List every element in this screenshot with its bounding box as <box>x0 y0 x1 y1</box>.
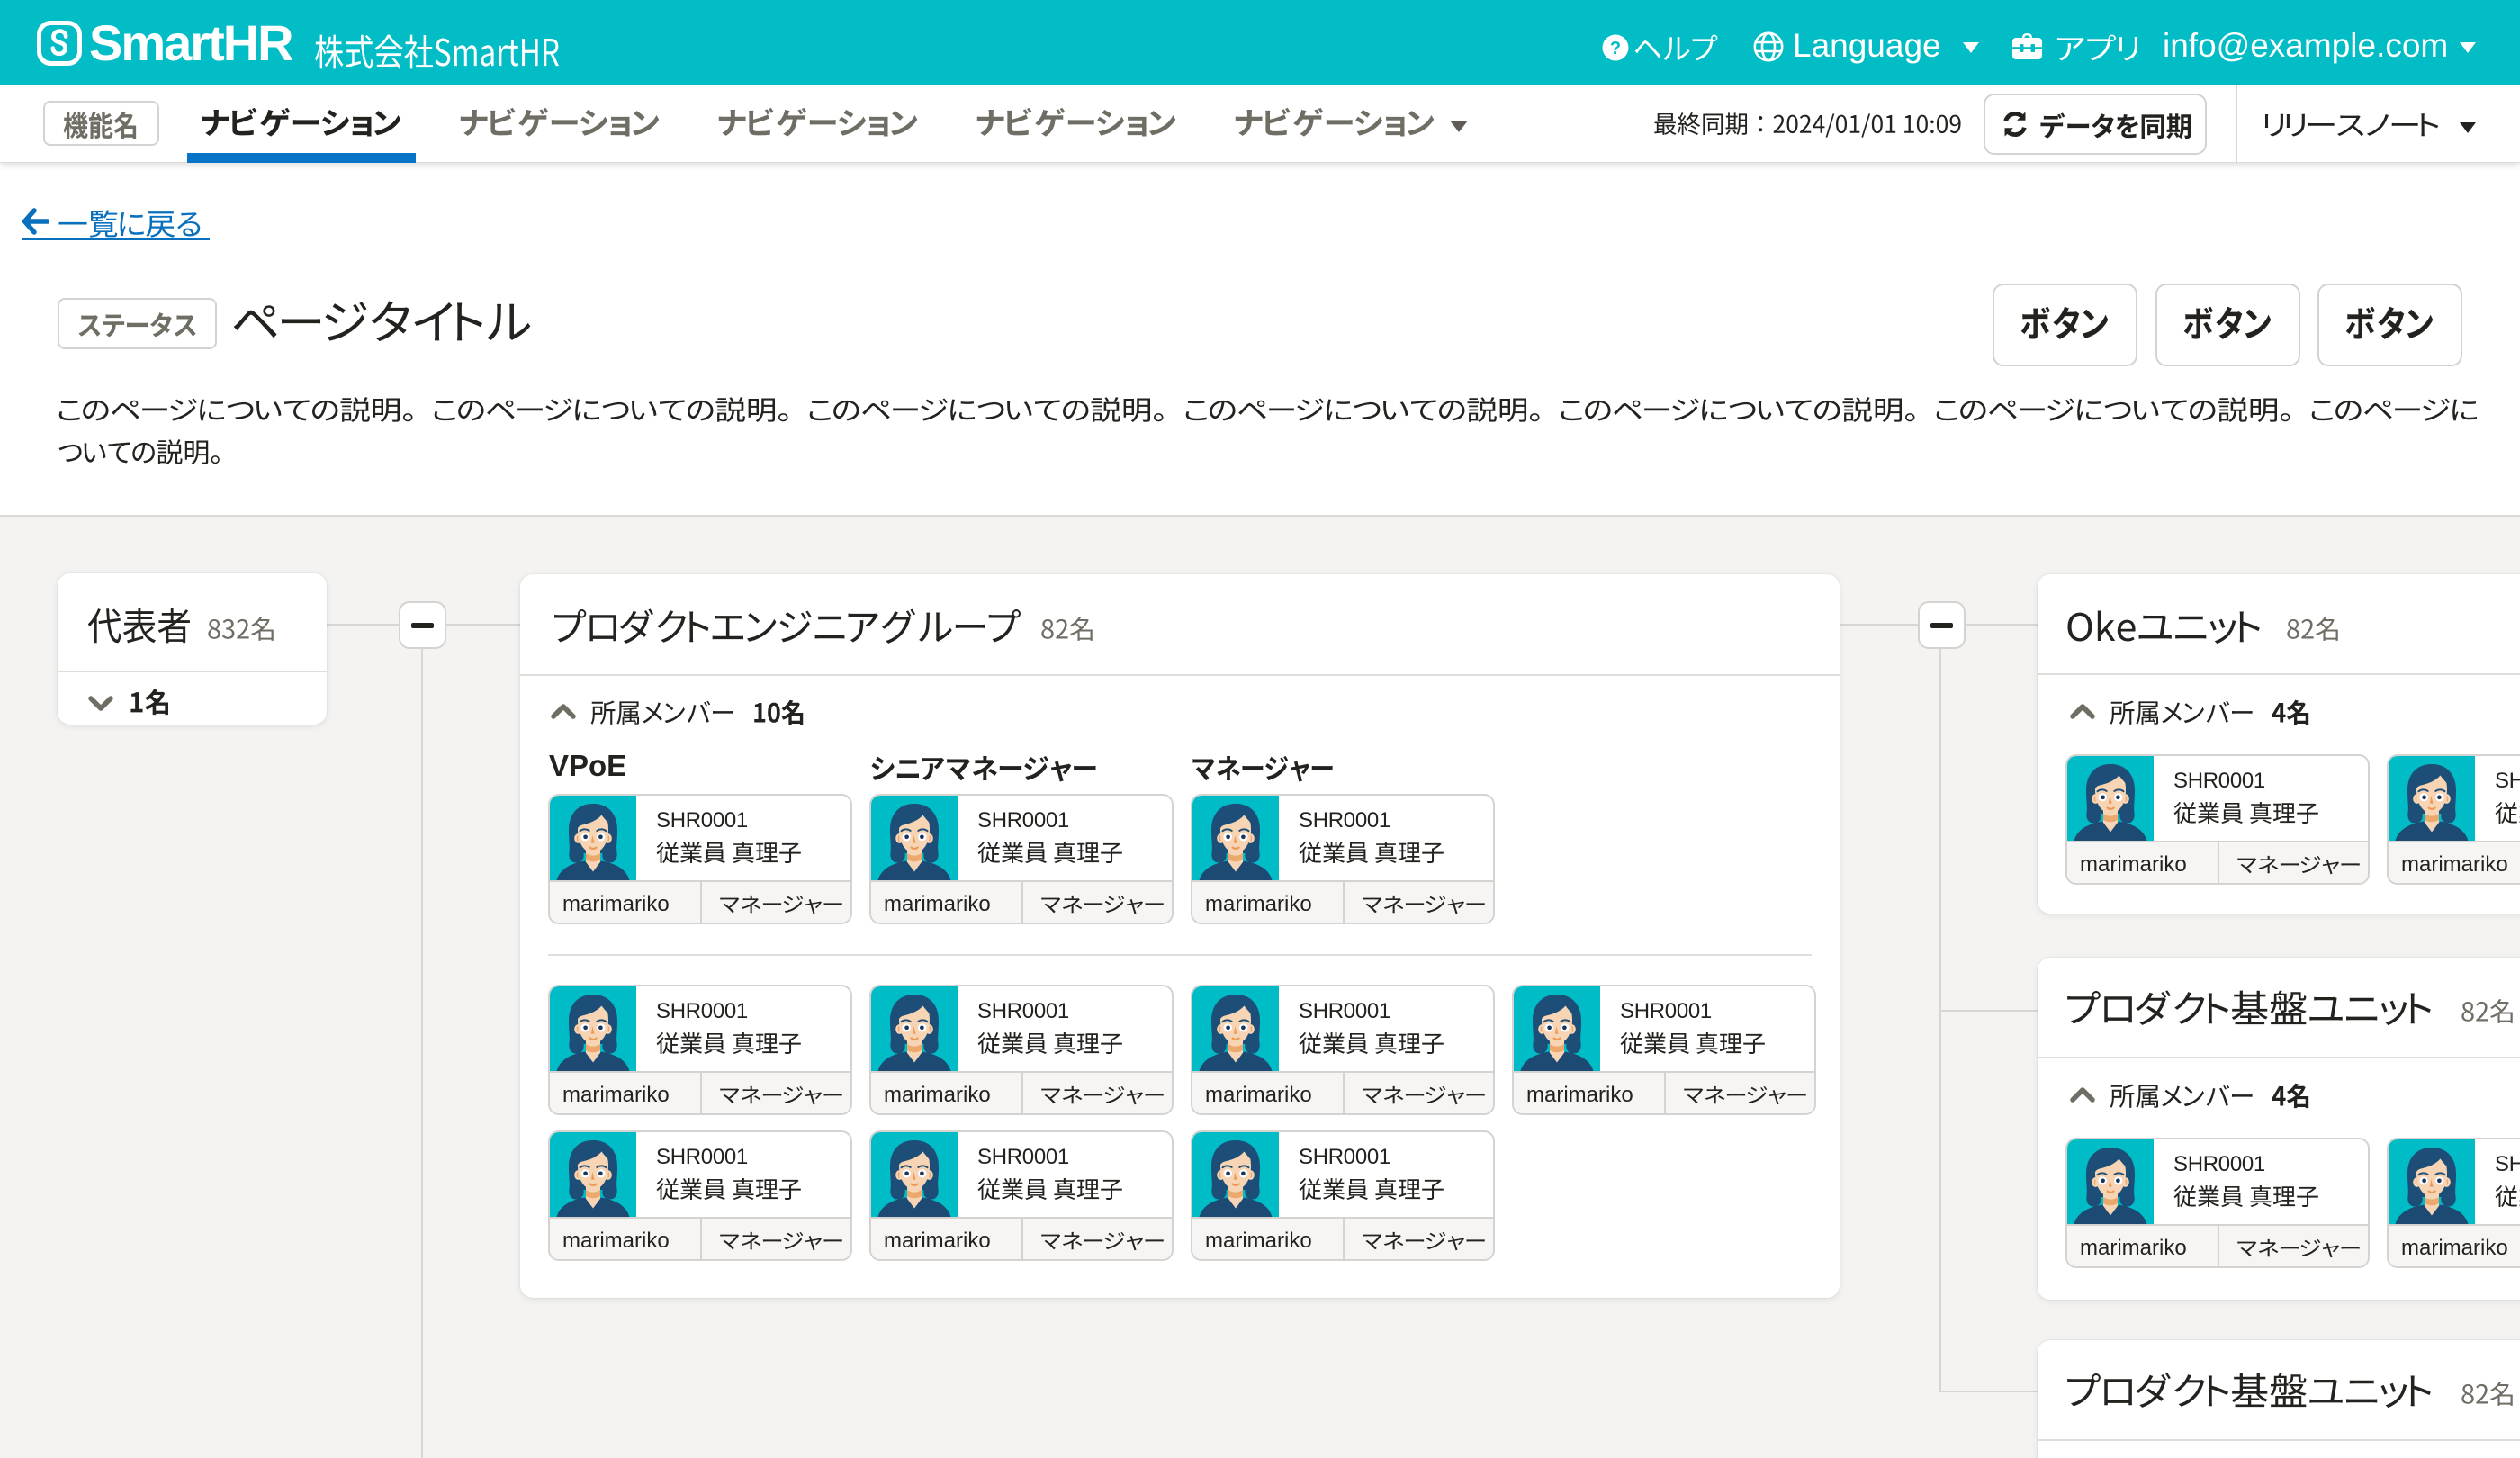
svg-text:?: ? <box>1610 39 1621 58</box>
